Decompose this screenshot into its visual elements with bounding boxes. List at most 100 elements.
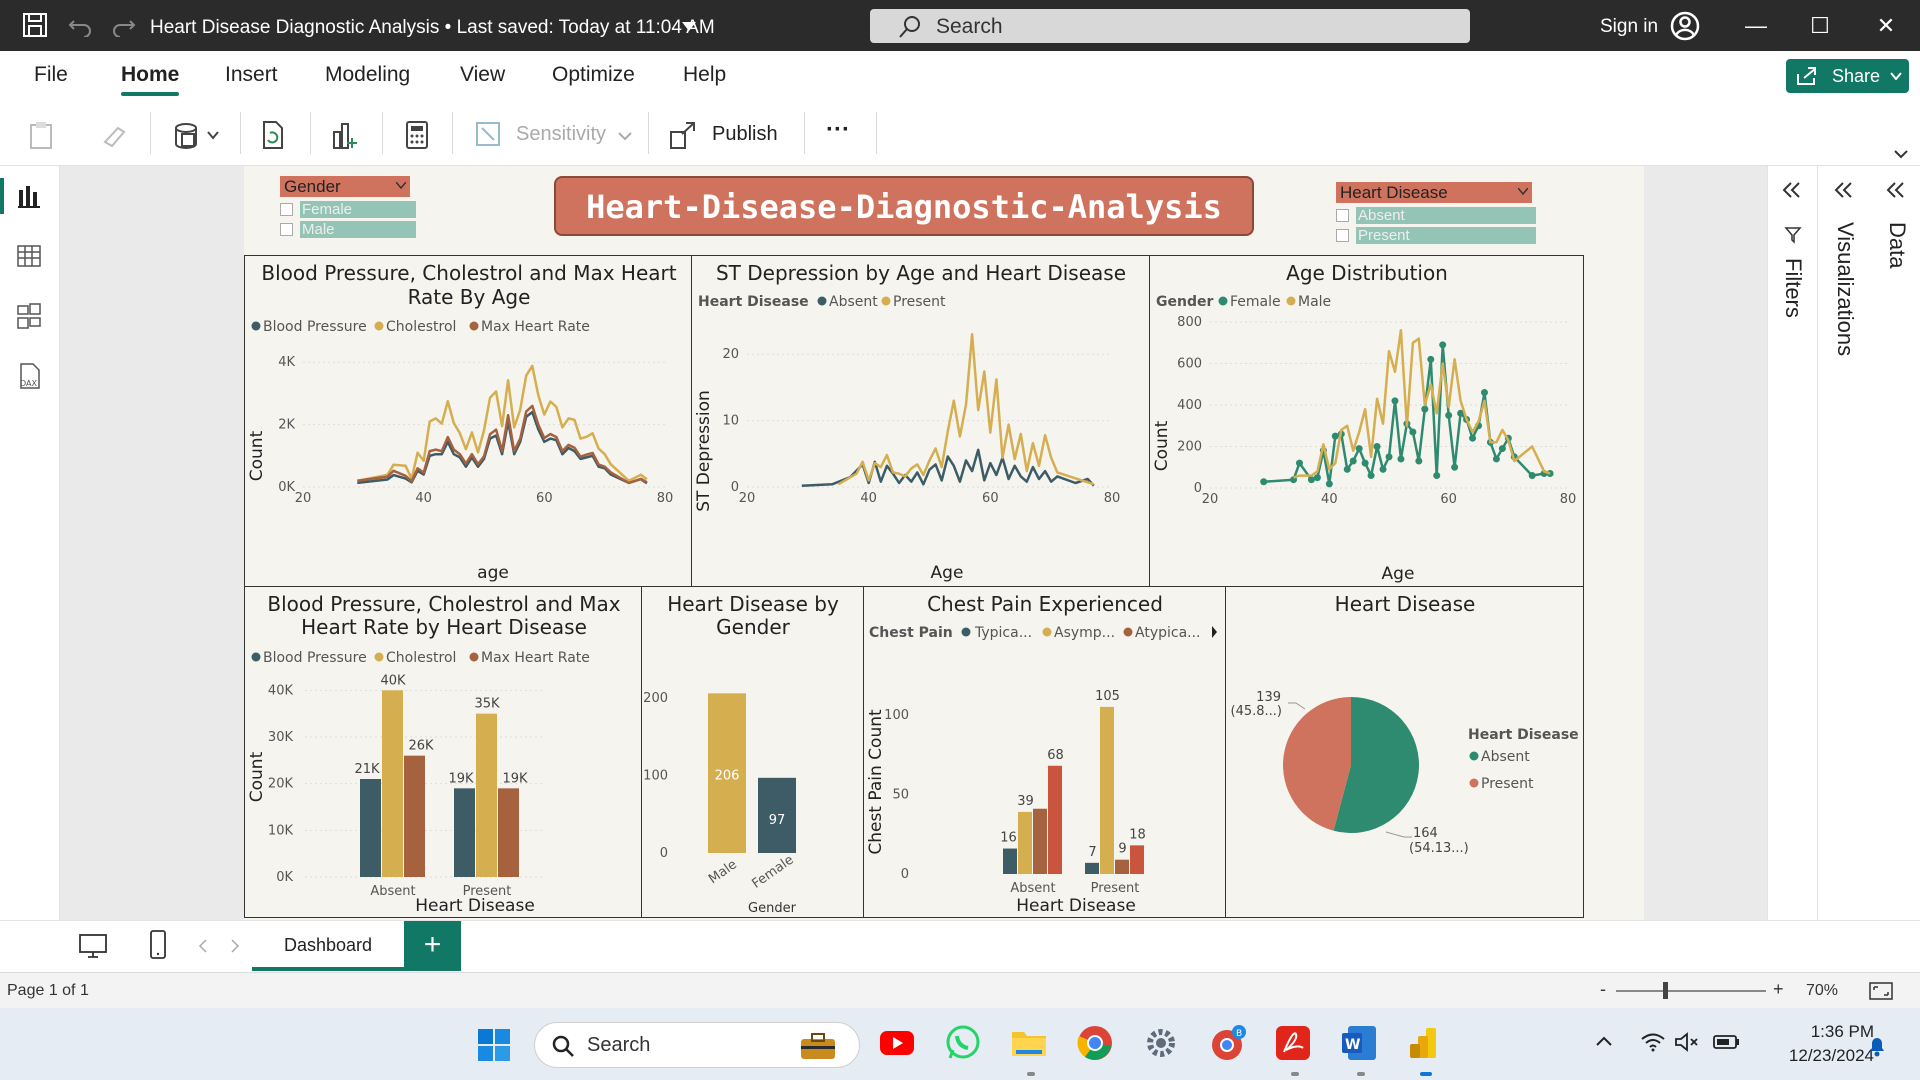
x-axis-label: Gender [748,901,797,916]
zoom-slider-handle[interactable] [1663,982,1668,999]
notification-bell-icon[interactable] [1866,1034,1888,1058]
chart-hd-by-gender[interactable]: Heart Disease by Gender 0 100 200 206 Male 97… [641,586,864,918]
minimize-button[interactable]: — [1728,0,1784,51]
checkbox-absent[interactable] [1336,209,1349,222]
search-input[interactable]: Search [870,9,1470,43]
power-bi-icon[interactable] [1406,1024,1444,1062]
zoom-slider[interactable] [1616,990,1766,992]
paste-icon[interactable] [28,120,58,150]
checkbox-male[interactable] [280,223,293,236]
zoom-out-button[interactable]: - [1600,979,1606,1000]
fit-to-page-icon[interactable] [1868,981,1894,1001]
menu-insert[interactable]: Insert [225,63,278,87]
scroll-right-icon[interactable] [230,939,240,953]
chevron-down-icon [618,132,632,141]
dax-query-icon[interactable]: DAX [16,362,44,390]
data-label[interactable]: Data [1884,222,1910,268]
data-pane[interactable]: Data [1870,166,1920,920]
y-tick-label: 0 [901,867,909,882]
expand-visualizations-icon[interactable] [1834,182,1854,198]
save-icon[interactable] [22,12,48,38]
windows-start-icon[interactable] [477,1028,511,1062]
filters-pane[interactable]: Filters [1768,166,1818,920]
checkbox-present[interactable] [1336,229,1349,242]
close-button[interactable]: ✕ [1858,0,1914,51]
more-options-button[interactable]: ··· [826,116,850,144]
y-tick-label: 0K [278,480,295,495]
gender-slicer-header[interactable]: Gender [280,176,410,197]
word-icon[interactable]: W [1340,1024,1378,1062]
chevron-down-icon[interactable] [396,182,406,189]
chart-legend: Chest Pain Typica... Asymp... Atypica... [869,625,1217,641]
whatsapp-icon[interactable] [944,1024,982,1062]
menu-optimize[interactable]: Optimize [552,63,635,87]
zoom-level[interactable]: 70% [1806,982,1838,1000]
tab-dashboard[interactable]: Dashboard [252,921,404,971]
zoom-in-button[interactable]: + [1773,979,1784,1000]
checkbox-female[interactable] [280,203,293,216]
maximize-button[interactable]: ☐ [1792,0,1848,51]
data-point [1325,480,1333,488]
chart-chest-pain[interactable]: Chest Pain Experienced Chest Pain Typica… [863,586,1226,918]
chart-bp-chol-maxhr-by-hd[interactable]: Blood Pressure, Cholestrol and Max Heart… [244,586,642,918]
redo-icon[interactable] [112,13,136,37]
menu-help[interactable]: Help [683,63,726,87]
undo-icon[interactable] [68,13,92,37]
clock-time[interactable]: 1:36 PM [1788,1022,1874,1042]
report-view-icon[interactable] [16,182,44,210]
add-page-button[interactable]: + [404,921,461,971]
filters-label[interactable]: Filters [1780,258,1806,318]
chart-heart-disease-pie[interactable]: Heart Disease 164 (54.13...) 139 (45.8...) … [1225,586,1584,918]
y-tick-label: 800 [1177,315,1202,330]
refresh-icon[interactable] [258,120,288,150]
share-button[interactable]: Share [1786,59,1909,93]
heart-disease-slicer-header[interactable]: Heart Disease [1336,182,1532,203]
scroll-left-icon[interactable] [198,939,208,953]
slicer-option-absent[interactable]: Absent [1356,207,1536,224]
visualizations-pane[interactable]: Visualizations [1818,166,1870,920]
data-point [1349,457,1357,465]
chrome-icon[interactable] [1076,1024,1114,1062]
calculator-icon[interactable] [402,120,432,150]
desktop-layout-icon[interactable] [78,933,108,959]
wifi-icon[interactable] [1640,1032,1666,1052]
slicer-option-present[interactable]: Present [1356,227,1536,244]
adobe-acrobat-icon[interactable] [1274,1024,1312,1062]
chevron-down-icon[interactable] [682,22,696,31]
publish-button[interactable]: Publish [712,123,778,146]
get-data-icon[interactable] [172,120,224,150]
publish-icon[interactable] [668,120,698,150]
menu-home[interactable]: Home [121,63,180,96]
new-visual-icon[interactable] [330,120,360,150]
chevron-up-icon[interactable] [1596,1036,1612,1046]
data-label: 139 [1256,690,1281,705]
file-explorer-icon[interactable] [1010,1024,1048,1062]
speaker-muted-icon[interactable] [1674,1032,1700,1052]
account-icon[interactable] [1670,11,1700,41]
taskbar-search[interactable]: Search [534,1022,860,1068]
sign-in-link[interactable]: Sign in [1600,16,1658,38]
menu-view[interactable]: View [460,63,505,87]
visualizations-label[interactable]: Visualizations [1832,222,1858,356]
chrome-profile-icon[interactable]: B [1208,1024,1246,1062]
expand-filters-icon[interactable] [1782,182,1802,198]
slicer-option-male[interactable]: Male [300,221,416,238]
table-view-icon[interactable] [16,242,44,270]
mobile-layout-icon[interactable] [148,929,168,961]
collapse-ribbon-icon[interactable] [1894,150,1908,159]
slicer-option-female[interactable]: Female [300,201,416,218]
youtube-icon[interactable] [878,1024,916,1062]
svg-text:Typica...: Typica... [974,625,1032,641]
expand-data-icon[interactable] [1886,182,1906,198]
settings-icon[interactable] [1142,1024,1180,1062]
chart-age-distribution[interactable]: Age Distribution Gender Female Male 0 200… [1149,255,1584,587]
menu-file[interactable]: File [34,63,68,87]
chart-st-depression-by-age[interactable]: ST Depression by Age and Heart Disease H… [691,255,1150,587]
battery-icon[interactable] [1712,1033,1740,1051]
menu-modeling[interactable]: Modeling [325,63,410,87]
model-view-icon[interactable] [16,302,44,330]
chart-bp-chol-maxhr-by-age[interactable]: Blood Pressure, Cholestrol and Max Heart… [244,255,692,587]
clock-date[interactable]: 12/23/2024 [1760,1046,1874,1066]
format-painter-icon[interactable] [100,120,130,150]
chevron-down-icon[interactable] [1518,188,1528,195]
